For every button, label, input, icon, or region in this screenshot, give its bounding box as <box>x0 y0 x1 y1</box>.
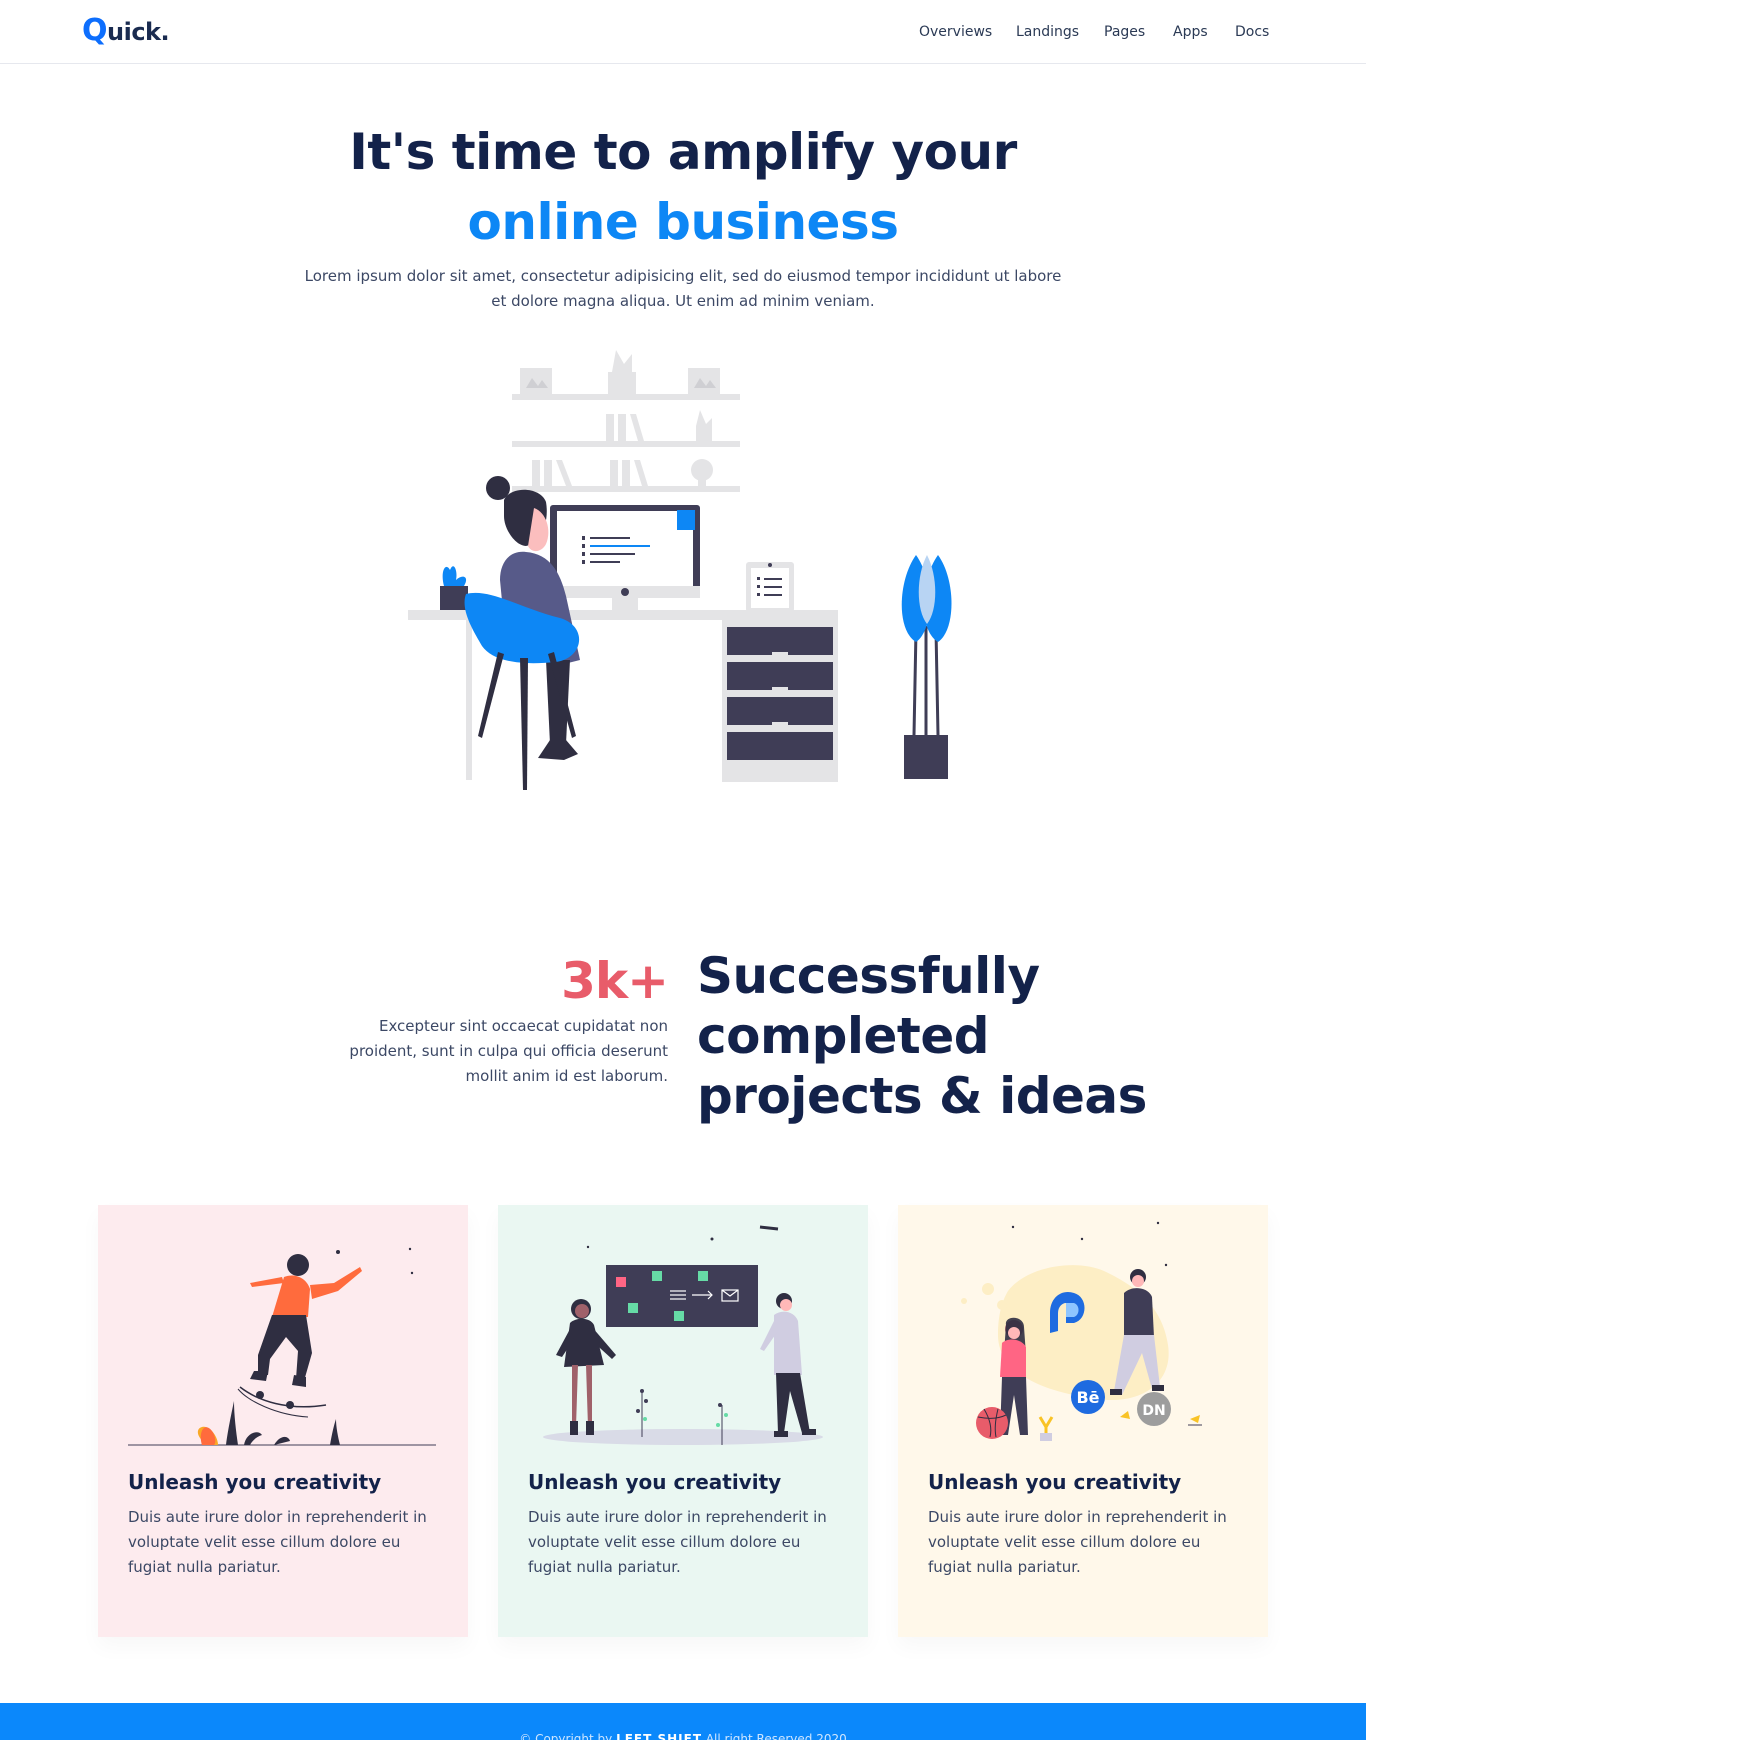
main-nav: Overviews Landings Pages Apps Docs <box>0 20 1366 44</box>
hero-title: It's time to amplify your <box>349 123 1017 181</box>
behance-badge: Bē <box>1076 1388 1099 1407</box>
feature-card-3[interactable]: Bē DN Unleash you creativity Duis aute i… <box>898 1205 1268 1637</box>
stat-number: 3k+ <box>561 952 669 1010</box>
footer-copyright: © Copyright by LEFT SHIFT All right Rese… <box>0 1732 1366 1740</box>
card-title: Unleash you creativity <box>128 1470 382 1494</box>
feature-card-1[interactable]: Unleash you creativity Duis aute irure d… <box>98 1205 468 1637</box>
card-text: Duis aute irure dolor in reprehenderit i… <box>128 1508 427 1576</box>
stat-title: Successfully completed projects & ideas <box>697 947 1147 1125</box>
card-text: Duis aute irure dolor in reprehenderit i… <box>528 1508 827 1576</box>
skateboarder-illustration <box>98 1205 468 1455</box>
nav-pages[interactable]: Pages <box>1104 20 1145 44</box>
page: Quick. Overviews Landings Pages Apps Doc… <box>0 0 1366 1740</box>
nav-apps[interactable]: Apps <box>1173 20 1208 44</box>
hero-subtitle: Lorem ipsum dolor sit amet, consectetur … <box>304 267 1062 310</box>
social-network-illustration: Bē DN <box>898 1205 1268 1455</box>
team-board-illustration <box>498 1205 868 1455</box>
footer-prefix: © Copyright by <box>519 1732 613 1740</box>
nav-docs[interactable]: Docs <box>1235 20 1269 44</box>
site-header: Quick. Overviews Landings Pages Apps Doc… <box>0 0 1366 64</box>
site-footer: © Copyright by LEFT SHIFT All right Rese… <box>0 1703 1366 1740</box>
feature-card-2[interactable]: Unleash you creativity Duis aute irure d… <box>498 1205 868 1637</box>
nav-landings[interactable]: Landings <box>1016 20 1079 44</box>
stat-description: Excepteur sint occaecat cupidatat non pr… <box>349 1017 668 1085</box>
card-title: Unleash you creativity <box>528 1470 782 1494</box>
footer-brand[interactable]: LEFT SHIFT <box>616 1732 702 1740</box>
office-workspace-illustration <box>408 350 952 790</box>
card-text: Duis aute irure dolor in reprehenderit i… <box>928 1508 1227 1576</box>
footer-suffix: All right Reserved 2020 <box>705 1732 847 1740</box>
dn-badge: DN <box>1142 1403 1165 1419</box>
card-title: Unleash you creativity <box>928 1470 1182 1494</box>
hero-title-highlight: online business <box>467 193 899 251</box>
nav-overviews[interactable]: Overviews <box>919 20 992 44</box>
